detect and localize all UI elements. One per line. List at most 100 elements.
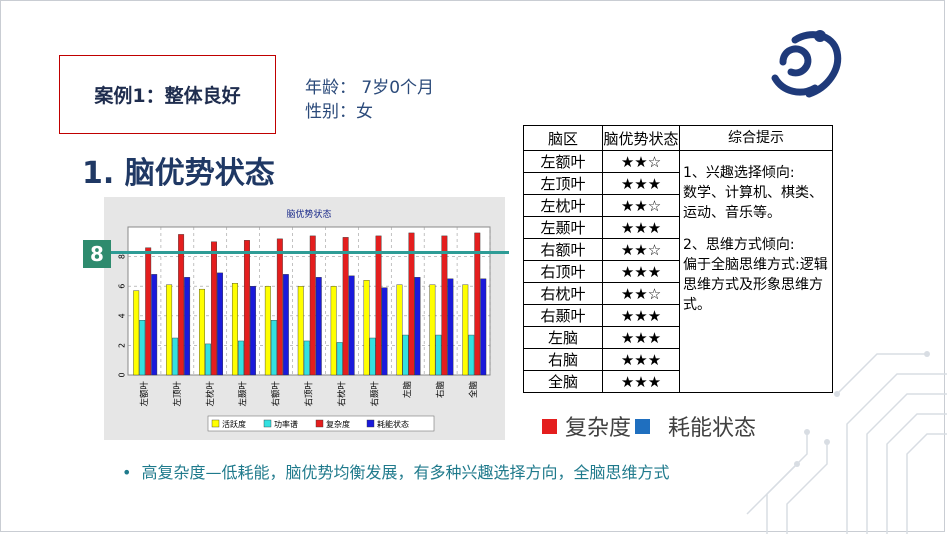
stars-cell: ★★★ [602, 348, 680, 371]
header-region: 脑区 [523, 125, 603, 151]
bar [429, 284, 436, 376]
x-tick-label: 右颞叶 [369, 381, 380, 407]
bar [231, 283, 238, 376]
bar [151, 274, 158, 376]
hint-cell: 1、兴趣选择倾向: 数学、计算机、棋类、运动、音乐等。 2、思维方式倾向: 偏于全脑思… [679, 150, 833, 393]
table-row: 左额叶 ★★☆ 1、兴趣选择倾向: 数学、计算机、棋类、运动、音乐等。 2、思维方式倾向… [523, 150, 833, 393]
bar [297, 285, 304, 376]
x-tick-label: 右枕叶 [336, 381, 347, 407]
bar [408, 232, 415, 376]
region-cell: 左顶叶 [523, 172, 603, 195]
stars-cell: ★★★ [602, 370, 680, 393]
bar [348, 275, 355, 376]
bar [402, 334, 409, 376]
bar [249, 285, 256, 376]
region-cell: 右脑 [523, 348, 603, 371]
summary-text: 高复杂度—低耗能，脑优势均衡发展，有多种兴趣选择方向，全脑思维方式 [141, 463, 670, 482]
bar [375, 235, 382, 376]
table-header-row: 脑区 脑优势状态 综合提示 [523, 125, 833, 151]
bar [369, 337, 376, 376]
legend-swatch [366, 419, 375, 428]
legend-label-energy: 耗能状态 [668, 416, 757, 441]
y-tick-label: 4 [118, 313, 127, 318]
bar [217, 272, 223, 376]
bar [276, 238, 283, 376]
x-tick-label: 左额叶 [139, 381, 150, 407]
y-tick-label: 0 [118, 372, 127, 377]
region-cell: 右顶叶 [523, 260, 603, 283]
bar [414, 277, 421, 376]
y-tick-label: 8 [118, 254, 127, 259]
bar [172, 337, 179, 376]
bar [243, 240, 250, 376]
case-label-box: 案例1：整体良好 [59, 55, 276, 134]
legend-swatch [211, 419, 220, 428]
region-cell: 左枕叶 [523, 194, 603, 217]
x-tick-label: 左颞叶 [238, 381, 249, 407]
x-tick-label: 左脑 [402, 381, 413, 399]
stars-cell: ★★★ [602, 172, 680, 195]
stars-cell: ★★★ [602, 304, 680, 327]
section-title: 1. 脑优势状态 [82, 156, 275, 191]
x-tick-label: 右脑 [435, 381, 446, 399]
bar [145, 247, 152, 376]
bar [211, 241, 217, 376]
region-cell: 全脑 [523, 370, 603, 393]
bar [199, 288, 205, 376]
brain-dominance-chart: 脑优势状态 0 2 4 6 8 左额叶 左顶叶 左枕叶 左颞叶 右额叶 右顶叶 右枕叶 右颞叶 左脑 右脑 全脑… [118, 208, 491, 432]
hint-1-title: 1、兴趣选择倾向: [683, 165, 795, 181]
color-legend: 复杂度 耗能状态 [542, 410, 756, 442]
legend-swatch [315, 419, 324, 428]
stars-cell: ★★☆ [602, 238, 680, 261]
chart-title: 脑优势状态 [286, 208, 331, 220]
bar [396, 284, 403, 376]
region-cell: 右额叶 [523, 238, 603, 261]
bar [166, 284, 173, 376]
stars-cell: ★★★ [602, 216, 680, 239]
gender-text: 性别：女 [305, 102, 373, 122]
y-tick-label: 6 [118, 284, 127, 289]
legend-label: 功率谱 [274, 419, 298, 429]
bar [264, 285, 271, 376]
legend-label: 耗能状态 [377, 419, 409, 429]
threshold-marker: 8 [83, 240, 111, 268]
bar [435, 334, 442, 376]
legend-label: 复杂度 [326, 419, 350, 429]
x-tick-label: 左顶叶 [172, 381, 183, 407]
x-tick-label: 左枕叶 [205, 381, 216, 407]
bar [282, 274, 289, 376]
bar [205, 343, 211, 376]
stars-cell: ★★★ [602, 326, 680, 349]
bar [462, 284, 469, 376]
chart-panel: 脑优势状态 0 2 4 6 8 左额叶 左顶叶 左枕叶 左颞叶 右额叶 右顶叶 右枕叶 右颞叶 左脑 右脑 全脑… [104, 197, 505, 440]
x-tick-label: 右额叶 [271, 381, 282, 407]
bar [133, 290, 140, 376]
header-status: 脑优势状态 [602, 125, 680, 151]
hint-2-title: 2、思维方式倾向: [683, 237, 795, 253]
stars-cell: ★★☆ [602, 194, 680, 217]
stars-cell: ★★☆ [602, 282, 680, 305]
y-tick-label: 2 [118, 343, 127, 348]
bar [474, 232, 481, 376]
legend-swatch [263, 419, 272, 428]
region-cell: 左额叶 [523, 150, 603, 173]
bar [381, 287, 388, 376]
x-tick-label: 全脑 [468, 381, 479, 399]
threshold-line [111, 251, 509, 254]
region-cell: 右枕叶 [523, 282, 603, 305]
bar [139, 320, 146, 376]
subject-info: 年龄： 7岁0个月 性别：女 [305, 76, 434, 124]
bar [237, 340, 244, 376]
bar [468, 334, 475, 376]
bar [336, 342, 343, 376]
hint-2-body: 偏于全脑思维方式:逻辑思维方式及形象思维方式。 [683, 257, 828, 313]
legend-swatch-energy [635, 418, 651, 434]
summary-bullet: • 高复杂度—低耗能，脑优势均衡发展，有多种兴趣选择方向，全脑思维方式 [122, 459, 669, 483]
region-cell: 右颞叶 [523, 304, 603, 327]
bar [330, 285, 337, 376]
bar [441, 235, 448, 376]
header-hint: 综合提示 [679, 125, 833, 151]
bar [184, 277, 191, 376]
brain-region-table: 脑区 脑优势状态 综合提示 左额叶 ★★☆ 1、兴趣选择倾向: 数学、计算机、棋类、运… [523, 125, 833, 393]
